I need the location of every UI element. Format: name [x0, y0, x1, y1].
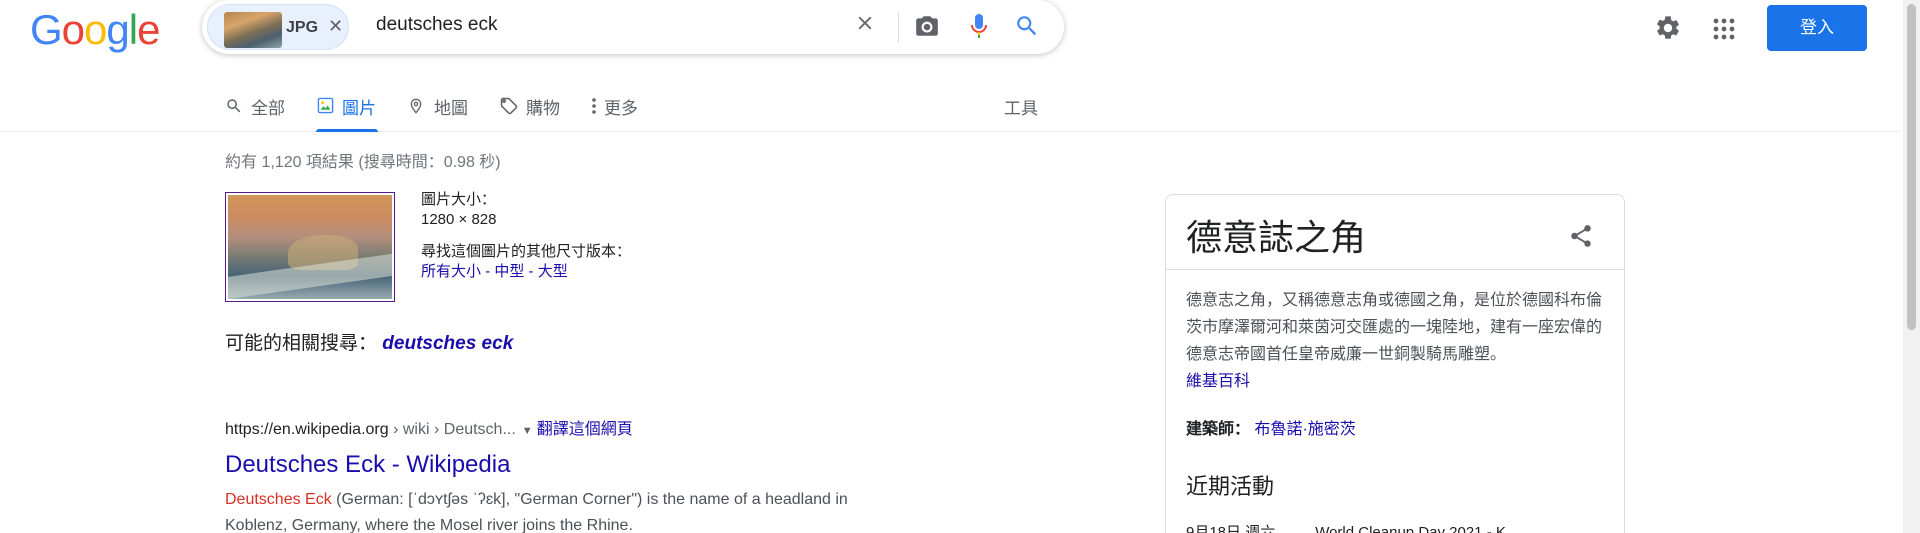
- snippet-text-2: Koblenz, Germany, where the Mosel river …: [225, 517, 633, 533]
- kp-architect-label: 建築師：: [1186, 421, 1251, 438]
- microphone-icon[interactable]: [967, 12, 991, 45]
- login-button[interactable]: 登入: [1767, 5, 1867, 51]
- kp-description-text: 德意志之角，又稱德意志角或德國之角，是位於德國科布倫茨市摩澤爾河和萊茵河交匯處的…: [1186, 292, 1603, 363]
- result-domain: https://en.wikipedia.org: [225, 421, 389, 438]
- result-url: https://en.wikipedia.org › wiki › Deutsc…: [225, 415, 945, 439]
- clear-icon[interactable]: [854, 11, 882, 41]
- caret-down-icon[interactable]: ▼: [522, 425, 533, 437]
- translate-link[interactable]: 翻譯這個網頁: [537, 421, 633, 438]
- logo-letter: g: [106, 6, 129, 53]
- size-separator: -: [524, 263, 538, 280]
- logo-letter: l: [128, 6, 138, 53]
- query-image-thumbnail: [224, 12, 282, 48]
- search-result: https://en.wikipedia.org › wiki › Deutsc…: [225, 415, 945, 533]
- search-tabs: 全部 圖片 地圖 購物 更多 工具: [0, 80, 1900, 132]
- tab-all[interactable]: 全部: [225, 94, 295, 132]
- kp-event-row[interactable]: 9月18日 週六 World Cleanup Day 2021 - K...: [1186, 521, 1518, 533]
- search-box[interactable]: JPG ✕ deutsches eck: [202, 0, 1064, 54]
- tab-images[interactable]: 圖片: [316, 94, 378, 132]
- tab-shopping[interactable]: 購物: [500, 94, 570, 132]
- all-sizes-link[interactable]: 所有大小: [421, 263, 481, 280]
- kp-event-date: 9月18日 週六: [1186, 524, 1276, 533]
- tab-label: 圖片: [342, 99, 376, 118]
- camera-icon[interactable]: [914, 13, 940, 44]
- kp-event-name: World Cleanup Day 2021 - K...: [1315, 524, 1519, 533]
- related-label: 可能的相關搜尋：: [225, 333, 378, 354]
- share-icon[interactable]: [1568, 223, 1594, 254]
- result-stats: 約有 1,120 項結果 (搜尋時間：0.98 秒): [225, 154, 501, 171]
- more-vert-icon: [592, 98, 596, 114]
- other-sizes-label: 尋找這個圖片的其他尺寸版本：: [421, 243, 632, 260]
- chip-close-icon[interactable]: ✕: [328, 16, 343, 37]
- medium-size-link[interactable]: 中型: [494, 263, 524, 280]
- scrollbar[interactable]: [1903, 0, 1920, 533]
- tab-label: 全部: [251, 99, 285, 118]
- kp-description: 德意志之角，又稱德意志角或德國之角，是位於德國科布倫茨市摩澤爾河和萊茵河交匯處的…: [1186, 287, 1610, 395]
- matched-image[interactable]: [225, 192, 395, 302]
- image-query-chip[interactable]: JPG ✕: [207, 4, 349, 50]
- size-separator: -: [481, 263, 495, 280]
- tab-more[interactable]: 更多: [590, 94, 660, 132]
- kp-title: 德意誌之角: [1186, 217, 1367, 258]
- search-input[interactable]: deutsches eck: [376, 14, 497, 36]
- logo-letter: G: [30, 6, 63, 53]
- logo-letter: o: [61, 6, 85, 53]
- result-snippet: Deutsches Eck (German: [ˈdɔʏtʃəs ˈʔɛk], …: [225, 487, 945, 533]
- kp-architect: 建築師： 布魯諾·施密茨: [1186, 415, 1356, 439]
- tab-label: 更多: [604, 99, 638, 118]
- kp-architect-link[interactable]: 布魯諾·施密茨: [1254, 421, 1355, 438]
- image-size-value: 1280 × 828: [421, 211, 497, 228]
- related-search: 可能的相關搜尋： deutsches eck: [225, 328, 513, 355]
- kp-recent-heading: 近期活動: [1186, 474, 1275, 499]
- image-size-label: 圖片大小：: [421, 191, 497, 208]
- logo-letter: o: [84, 6, 107, 53]
- search-icon: [227, 99, 241, 113]
- kp-divider: [1166, 269, 1624, 270]
- tab-label: 地圖: [434, 99, 468, 118]
- image-info: 圖片大小： 1280 × 828 尋找這個圖片的其他尺寸版本： 所有大小 - 中…: [421, 190, 631, 282]
- knowledge-panel: 德意誌之角 德意志之角，又稱德意志角或德國之角，是位於德國科布倫茨市摩澤爾河和萊…: [1165, 194, 1625, 533]
- logo-letter: e: [137, 6, 160, 53]
- result-path: › wiki › Deutsch...: [388, 421, 516, 438]
- tab-label: 購物: [526, 99, 560, 118]
- tab-maps[interactable]: 地圖: [408, 94, 478, 132]
- related-query-link[interactable]: deutsches eck: [382, 333, 513, 354]
- chip-label: JPG: [286, 19, 319, 36]
- active-tab-indicator: [316, 129, 378, 132]
- settings-gear-icon[interactable]: [1654, 14, 1682, 47]
- snippet-highlight: Deutsches Eck: [225, 491, 332, 508]
- large-size-link[interactable]: 大型: [538, 263, 568, 280]
- image-icon: [317, 97, 334, 114]
- apps-grid-icon[interactable]: [1713, 18, 1735, 45]
- result-title-link[interactable]: Deutsches Eck - Wikipedia: [225, 451, 945, 479]
- search-icon[interactable]: [1014, 13, 1040, 44]
- google-logo[interactable]: Google: [30, 6, 160, 53]
- search-divider: [898, 12, 899, 42]
- deutsches-eck-photo: [228, 195, 392, 299]
- scrollbar-thumb[interactable]: [1907, 4, 1916, 330]
- tag-icon: [500, 97, 518, 115]
- tools-button[interactable]: 工具: [1004, 94, 1038, 119]
- kp-source-link[interactable]: 維基百科: [1186, 373, 1250, 390]
- map-pin-icon: [410, 98, 422, 114]
- snippet-text: (German: [ˈdɔʏtʃəs ˈʔɛk], "German Corner…: [331, 491, 848, 508]
